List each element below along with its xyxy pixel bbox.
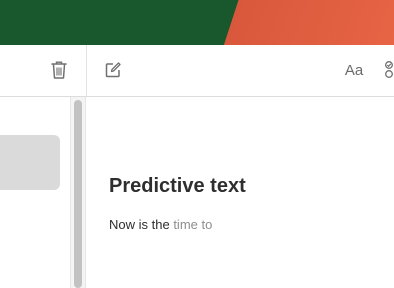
- delete-note-button[interactable]: [48, 59, 70, 81]
- scrollbar[interactable]: [70, 97, 86, 288]
- notes-window: Aa Predictive text Now is the time to: [0, 45, 394, 288]
- toolbar-divider: [86, 45, 87, 96]
- new-note-button[interactable]: [102, 59, 124, 81]
- format-button[interactable]: Aa: [340, 59, 368, 81]
- note-body[interactable]: Now is the time to: [109, 217, 212, 232]
- toolbar: Aa: [0, 45, 394, 97]
- predictive-suggestion: time to: [173, 217, 213, 232]
- notes-list: [0, 97, 73, 288]
- list-item-selected[interactable]: [0, 135, 60, 190]
- trash-icon: [51, 61, 67, 79]
- typed-text: Now is the: [109, 217, 174, 232]
- checklist-button[interactable]: [381, 59, 394, 81]
- checklist-icon: [385, 61, 393, 78]
- format-label: Aa: [344, 61, 364, 79]
- note-title[interactable]: Predictive text: [109, 175, 246, 198]
- scrollbar-thumb[interactable]: [74, 100, 82, 288]
- desktop-wallpaper: [0, 0, 394, 45]
- compose-icon: [105, 62, 121, 78]
- note-editor[interactable]: Predictive text Now is the time to: [87, 97, 394, 288]
- wallpaper-accent: [220, 0, 394, 45]
